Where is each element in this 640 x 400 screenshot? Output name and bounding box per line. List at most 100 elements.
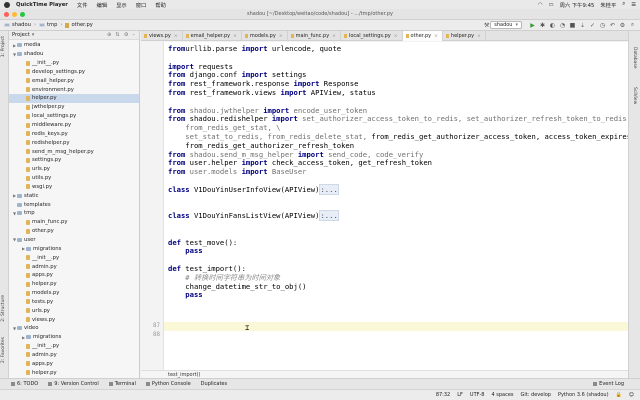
tool-window-favorites[interactable]: 2: Favorites [1, 337, 6, 363]
breadcrumb-function[interactable]: test_import() [168, 372, 201, 378]
minimize-window-button[interactable] [12, 12, 17, 17]
tree-item[interactable]: helper.py [9, 368, 139, 377]
tool-duplicates[interactable]: Duplicates [201, 381, 227, 387]
tree-item[interactable]: __init__.py [9, 342, 139, 351]
code-line[interactable]: pass [168, 290, 202, 300]
history-icon[interactable]: ◷ [599, 22, 606, 29]
tree-item[interactable]: apps.py [9, 271, 139, 280]
tree-item[interactable]: ▶ static [9, 191, 139, 200]
tree-item[interactable]: jwthelper.py [9, 103, 139, 112]
tool-python-console[interactable]: Python Console [145, 381, 191, 387]
tree-item[interactable]: helper.py [9, 94, 139, 103]
editor-tab[interactable]: other.py × [402, 31, 443, 41]
nav-crumb-project[interactable]: shadou [4, 22, 31, 28]
folded-code-region[interactable]: :... [319, 183, 339, 195]
project-view-select[interactable]: Project [12, 32, 30, 38]
tree-item[interactable]: develop_settings.py [9, 68, 139, 77]
tree-item[interactable]: ▶ migrations [9, 244, 139, 253]
tree-item[interactable]: views.py [9, 315, 139, 324]
tree-item[interactable]: email_helper.py [9, 76, 139, 85]
editor-tab[interactable]: models.py × [242, 31, 288, 41]
tree-item[interactable]: middleware.py [9, 121, 139, 130]
tree-item[interactable]: urls.py [9, 306, 139, 315]
menu-window[interactable]: 窗口 [136, 1, 147, 9]
tool-version-control[interactable]: 9: Version Control [48, 381, 99, 387]
hammer-icon[interactable]: ⚒ [483, 22, 490, 29]
tree-item[interactable]: redis_keys.py [9, 129, 139, 138]
code-line[interactable]: from rest_framework.views import APIView… [168, 88, 376, 98]
close-tab-icon[interactable]: × [477, 34, 481, 39]
profile-icon[interactable]: ◔ [559, 22, 566, 29]
settings-icon[interactable]: ⚙ [619, 22, 626, 29]
tree-item[interactable]: ▼ video [9, 324, 139, 333]
tree-item[interactable]: utils.py [9, 174, 139, 183]
gear-icon[interactable]: ⚙ [124, 32, 129, 38]
editor-tab[interactable]: email_helper.py × [183, 31, 242, 41]
tree-item[interactable]: templates [9, 200, 139, 209]
folded-code-region[interactable]: :... [319, 210, 339, 222]
tree-item[interactable]: ▶ media [9, 41, 139, 50]
collapse-all-icon[interactable]: ⇅ [115, 32, 119, 38]
nav-crumb-file[interactable]: other.py [65, 22, 93, 28]
tree-item[interactable]: other.py [9, 227, 139, 236]
menu-view[interactable]: 显示 [116, 1, 127, 9]
tree-item[interactable]: ▼ user [9, 236, 139, 245]
code-line[interactable]: class V1DouYinFansListView(APIView):... [168, 210, 339, 222]
inspector-icon[interactable]: ☺ [629, 392, 634, 398]
tool-event-log[interactable]: Event Log [593, 381, 624, 387]
tree-item[interactable]: models.py [9, 289, 139, 298]
code-line[interactable]: pass [168, 246, 202, 256]
menu-edit[interactable]: 编辑 [97, 1, 108, 9]
zoom-window-button[interactable] [20, 12, 25, 17]
tool-window-structure[interactable]: 2: Structure [1, 295, 6, 322]
revert-icon[interactable]: ↶ [609, 22, 616, 29]
tree-item[interactable]: redishelper.py [9, 138, 139, 147]
tree-item[interactable]: apps.py [9, 359, 139, 368]
tree-item[interactable]: environment.py [9, 85, 139, 94]
wifi-icon[interactable]: ◠ [538, 2, 543, 8]
code-line[interactable]: from user.models import BaseUser [168, 167, 307, 177]
tree-item[interactable]: ▼ shadou [9, 50, 139, 59]
git-branch[interactable]: Git: develop [521, 392, 551, 398]
tool-window-database[interactable]: Database [632, 47, 637, 68]
close-tab-icon[interactable]: × [394, 34, 398, 39]
tree-item[interactable]: admin.py [9, 351, 139, 360]
tree-item[interactable]: ▶ migrations [9, 333, 139, 342]
editor-tab[interactable]: local_settings.py × [341, 31, 403, 41]
tree-item[interactable]: __init__.py [9, 59, 139, 68]
tree-item[interactable]: helper.py [9, 280, 139, 289]
line-separator[interactable]: LF [457, 392, 463, 398]
vcs-commit-icon[interactable]: ✓ [589, 22, 596, 29]
tree-item[interactable]: tests.py [9, 297, 139, 306]
coverage-icon[interactable]: ◐ [549, 22, 556, 29]
python-interpreter[interactable]: Python 3.6 (shadou) [558, 392, 609, 398]
tree-item[interactable]: local_settings.py [9, 112, 139, 121]
editor-tab[interactable]: views.py × [141, 31, 183, 41]
debug-icon[interactable]: ✱ [539, 22, 546, 29]
tool-terminal[interactable]: Terminal [108, 381, 136, 387]
tree-item[interactable]: ▼ tmp [9, 209, 139, 218]
tree-item[interactable]: wsgi.py [9, 183, 139, 192]
close-tab-icon[interactable]: × [434, 34, 438, 39]
code-editor[interactable]: 87 88 fromurllib.parse import urlencode,… [141, 42, 628, 370]
menu-help[interactable]: 帮助 [155, 1, 166, 9]
run-configuration-select[interactable]: shadou ▾ [490, 21, 522, 29]
file-encoding[interactable]: UTF-8 [470, 392, 485, 398]
battery-icon[interactable]: ▭ [549, 2, 554, 8]
tree-item[interactable]: send_m_msg_helper.py [9, 147, 139, 156]
caret-position[interactable]: 87:32 [436, 392, 450, 398]
apple-icon[interactable] [4, 1, 10, 8]
close-tab-icon[interactable]: × [233, 34, 237, 39]
run-icon[interactable]: ▶ [529, 22, 536, 29]
search-everywhere-icon[interactable]: ⌕ [629, 21, 636, 29]
close-tab-icon[interactable]: × [174, 34, 178, 39]
hide-panel-icon[interactable]: – [132, 32, 135, 38]
tree-item[interactable]: __init__.py [9, 253, 139, 262]
code-line[interactable]: class V1DouYinUserInfoView(APIView):... [168, 183, 339, 195]
editor-tab[interactable]: helper.py × [443, 31, 486, 41]
tool-window-sciview[interactable]: SciView [632, 87, 637, 104]
editor-tab[interactable]: main_func.py × [288, 31, 341, 41]
tree-item[interactable]: settings.py [9, 156, 139, 165]
menu-file[interactable]: 文件 [77, 1, 88, 9]
tree-item[interactable]: main_func.py [9, 218, 139, 227]
